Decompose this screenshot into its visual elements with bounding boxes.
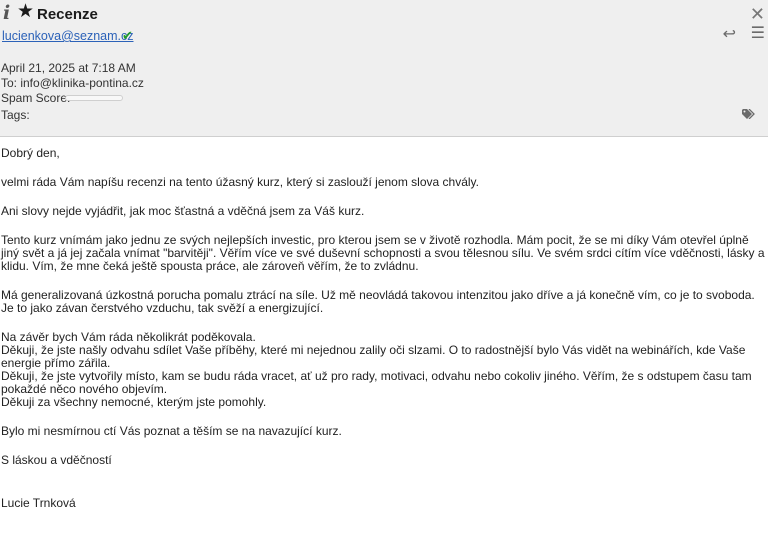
body-paragraph: Ani slovy nejde vyjádřit, jak moc šťastn… xyxy=(1,204,365,218)
info-icon[interactable]: i xyxy=(3,3,10,23)
body-paragraph: Tento kurz vnímám jako jednu ze svých ne… xyxy=(1,233,768,273)
body-paragraph: Na závěr bych Vám ráda několikrát poděko… xyxy=(1,330,752,409)
message-date: April 21, 2025 at 7:18 AM xyxy=(1,61,136,75)
body-paragraph: velmi ráda Vám napíšu recenzi na tento ú… xyxy=(1,175,479,189)
reply-icon[interactable]: ↩ xyxy=(723,27,736,43)
message-subject: Recenze xyxy=(37,6,98,23)
sender-link[interactable]: lucienkova@seznam.cz xyxy=(2,29,134,43)
spam-score-label: Spam Score: xyxy=(1,91,71,105)
signature: Lucie Trnková xyxy=(1,496,76,510)
tags-label: Tags: xyxy=(1,108,30,122)
body-paragraph: Dobrý den, xyxy=(1,146,60,160)
tag-icon[interactable] xyxy=(742,109,756,119)
recipient-line: To: info@klinika-pontina.cz xyxy=(1,76,144,90)
body-paragraph: Bylo mi nesmírnou ctí Vás poznat a těším… xyxy=(1,424,342,438)
spam-score-bar xyxy=(65,95,123,101)
menu-icon[interactable]: ☰ xyxy=(751,25,765,43)
closing-line: S láskou a vděčností xyxy=(1,453,112,467)
message-header: i ★ Recenze ✕ lucienkova@seznam.cz ✔ ↩ ☰… xyxy=(0,0,768,137)
verified-check-icon: ✔ xyxy=(122,28,133,43)
star-icon[interactable]: ★ xyxy=(17,2,34,22)
close-icon[interactable]: ✕ xyxy=(750,5,765,23)
body-paragraph: Má generalizovaná úzkostná porucha pomal… xyxy=(1,288,759,315)
message-body: Dobrý den, velmi ráda Vám napíšu recenzi… xyxy=(1,147,765,510)
